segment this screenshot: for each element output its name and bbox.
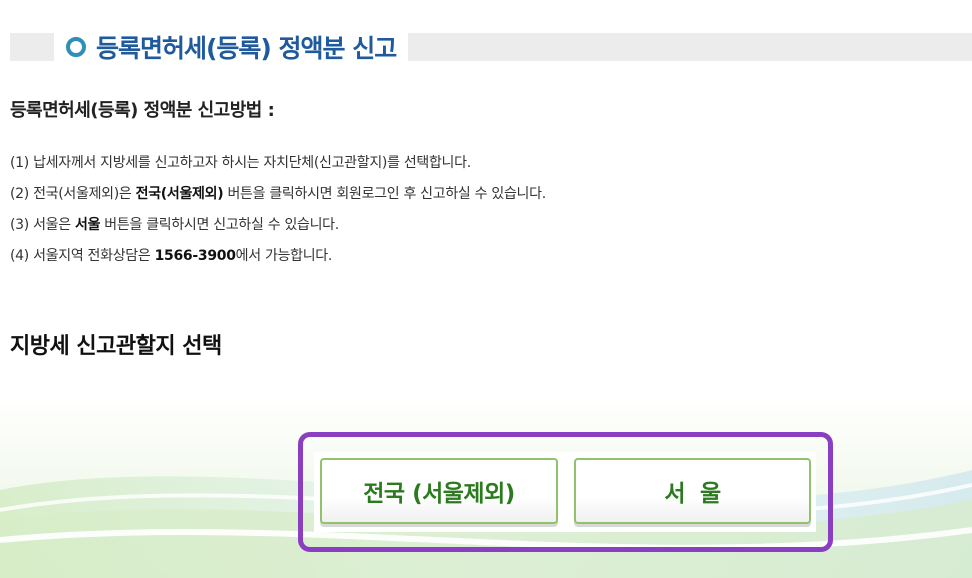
method-heading: 등록면허세(등록) 정액분 신고방법 : bbox=[10, 100, 275, 121]
page-title: 등록면허세(등록) 정액분 신고 bbox=[96, 34, 397, 63]
highlight-frame bbox=[298, 432, 833, 552]
step-item: (4) 서울지역 전화상담은 1566-3900에서 가능합니다. bbox=[10, 248, 333, 264]
page: 등록면허세(등록) 정액분 신고 등록면허세(등록) 정액분 신고방법 : (1… bbox=[0, 0, 972, 578]
method-steps: (1) 납세자께서 지방세를 신고하고자 하시는 자치단체(신고관할지)를 선택… bbox=[10, 152, 546, 276]
step-item: (2) 전국(서울제외)은 전국(서울제외) 버튼을 클릭하시면 회원로그인 후… bbox=[10, 186, 546, 202]
step-item: (1) 납세자께서 지방세를 신고하고자 하시는 자치단체(신고관할지)를 선택… bbox=[10, 155, 471, 171]
circle-bullet-icon bbox=[66, 37, 86, 57]
step-item: (3) 서울은 서울 버튼을 클릭하시면 신고하실 수 있습니다. bbox=[10, 217, 339, 233]
page-title-block: 등록면허세(등록) 정액분 신고 bbox=[54, 26, 409, 68]
region-select-heading: 지방세 신고관할지 선택 bbox=[10, 334, 222, 359]
